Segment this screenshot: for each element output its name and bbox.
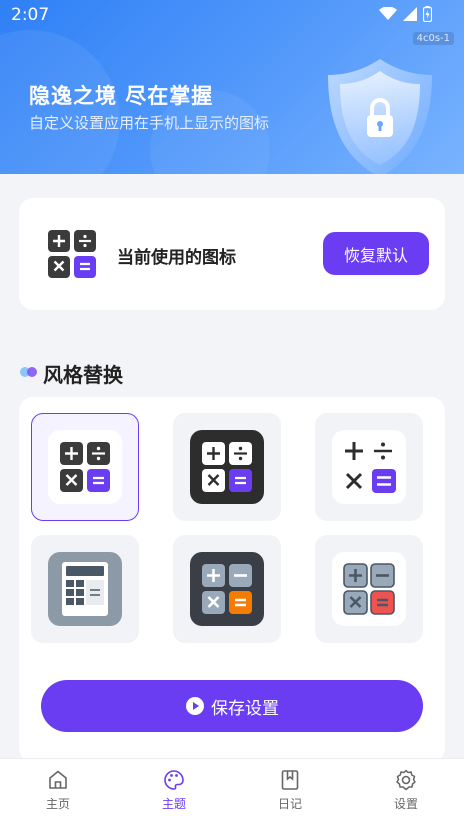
style-option-dark-background[interactable] (173, 413, 281, 521)
hero-subtitle: 自定义设置应用在手机上显示的图标 (29, 114, 270, 132)
style-option-dark-orange-equals[interactable] (173, 535, 281, 643)
style-option-light-dark-keys[interactable] (31, 413, 139, 521)
palette-icon (164, 770, 184, 790)
home-icon (49, 770, 67, 789)
nav-item-home[interactable]: 主页 (18, 769, 98, 812)
bottom-nav: 主页 主题 日记 设置 (0, 758, 464, 825)
calculator-style-4-icon (48, 552, 122, 626)
nav-label-home: 主页 (45, 797, 70, 811)
nav-item-diary[interactable]: 日记 (250, 769, 330, 812)
nav-label-diary: 日记 (277, 797, 302, 811)
battery-icon (423, 6, 432, 22)
section-dots-icon (20, 367, 37, 377)
style-option-minimal-symbols[interactable] (315, 413, 423, 521)
signal-icon (403, 7, 417, 21)
current-icon-label: 当前使用的图标 (117, 248, 236, 268)
shield-lock-icon (328, 59, 432, 174)
current-calculator-icon (48, 230, 96, 278)
status-time: 2:07 (11, 5, 50, 25)
header-banner: 2:07 4c0s-1 隐逸之境 尽在掌握 自定义设置应用在手机上显示的图标 (0, 0, 464, 174)
gear-icon (396, 769, 416, 791)
play-circle-icon (186, 697, 204, 715)
calculator-style-5-icon (190, 552, 264, 626)
wifi-icon (379, 7, 397, 20)
save-settings-label: 保存设置 (211, 698, 279, 719)
build-tag: 4c0s-1 (412, 32, 454, 45)
status-bar: 2:07 (0, 0, 464, 32)
bookmark-icon (281, 770, 299, 790)
nav-item-theme[interactable]: 主题 (134, 769, 214, 812)
save-settings-button[interactable]: 保存设置 (41, 680, 423, 732)
nav-item-settings[interactable]: 设置 (366, 769, 446, 812)
calculator-style-3-icon (332, 430, 406, 504)
style-option-outlined-red-equals[interactable] (315, 535, 423, 643)
nav-label-settings: 设置 (393, 797, 418, 811)
style-option-classic-calculator[interactable] (31, 535, 139, 643)
hero-title: 隐逸之境 尽在掌握 (29, 84, 214, 108)
calculator-style-2-icon (190, 430, 264, 504)
nav-label-theme: 主题 (161, 797, 186, 811)
calculator-style-6-icon (332, 552, 406, 626)
status-icons (379, 6, 432, 22)
section-title: 风格替换 (43, 363, 123, 387)
calculator-style-1-icon (48, 430, 122, 504)
restore-default-button[interactable]: 恢复默认 (323, 232, 429, 275)
